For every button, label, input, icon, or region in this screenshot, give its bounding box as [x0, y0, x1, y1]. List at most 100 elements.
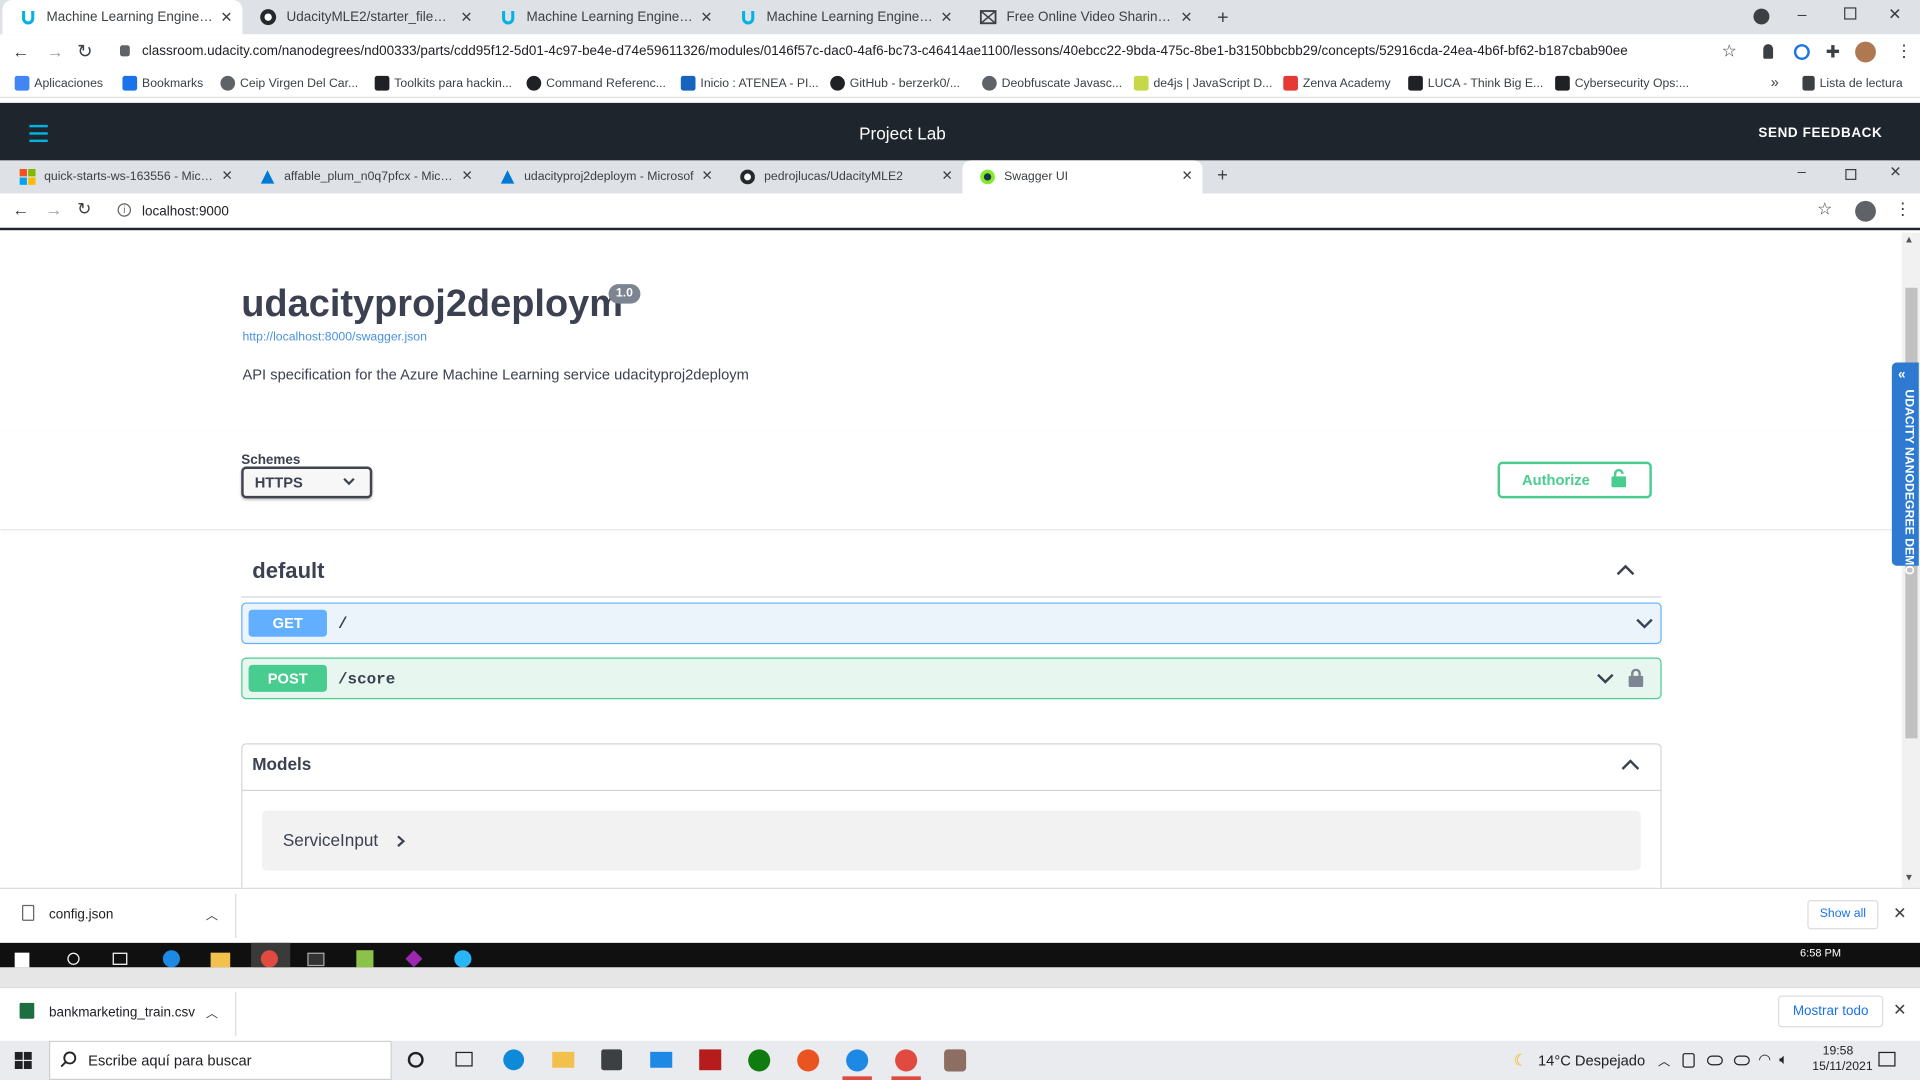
operation-get-root[interactable]: GET /: [241, 602, 1662, 645]
bookmark-item[interactable]: Ceip Virgen Del Car...: [220, 75, 358, 91]
chevron-up-icon[interactable]: [1616, 564, 1635, 576]
key-icon[interactable]: [1763, 44, 1774, 59]
device-icon[interactable]: [1682, 1053, 1695, 1068]
bookmark-item[interactable]: Inicio : ATENEA - PI...: [680, 75, 819, 91]
terminal-icon[interactable]: [307, 952, 325, 967]
app-icon[interactable]: [454, 950, 472, 968]
xbox-icon[interactable]: [748, 1049, 771, 1072]
reading-list[interactable]: Lista de lectura: [1802, 75, 1903, 91]
puzzle-icon[interactable]: ✚: [1826, 42, 1840, 63]
close-icon[interactable]: ✕: [698, 9, 715, 26]
search-icon[interactable]: [67, 952, 80, 965]
outer-tab-3[interactable]: Machine Learning Engineer with ✕: [482, 0, 722, 34]
task-view-icon[interactable]: [455, 1051, 473, 1067]
inner-tab-5[interactable]: Swagger UI ✕: [962, 160, 1203, 194]
chevron-up-icon[interactable]: ︿: [1658, 1051, 1670, 1069]
cortana-icon[interactable]: [407, 1051, 424, 1068]
more-bookmarks-icon[interactable]: »: [1771, 73, 1779, 90]
show-all-button[interactable]: Show all: [1807, 900, 1879, 930]
bookmark-item[interactable]: Bookmarks: [122, 75, 203, 91]
app-icon[interactable]: [356, 950, 374, 968]
store-icon[interactable]: [601, 1049, 623, 1071]
show-all-button[interactable]: Mostrar todo: [1777, 995, 1884, 1028]
outer-tab-4[interactable]: Machine Learning Engineer with ✕: [722, 0, 962, 34]
address-bar[interactable]: localhost:9000: [142, 204, 229, 219]
restore-icon[interactable]: [1845, 168, 1857, 181]
download-item[interactable]: config.json: [49, 907, 113, 922]
folder-icon[interactable]: [552, 1051, 575, 1068]
bookmark-item[interactable]: Cybersecurity Ops:...: [1555, 75, 1689, 91]
close-icon[interactable]: ✕: [699, 169, 715, 185]
star-icon[interactable]: ☆: [1722, 40, 1737, 61]
close-icon[interactable]: ✕: [1179, 169, 1195, 185]
edge-icon[interactable]: [503, 1049, 525, 1071]
restore-icon[interactable]: [1844, 7, 1857, 20]
star-icon[interactable]: ☆: [1817, 198, 1832, 219]
reload-icon[interactable]: ↻: [77, 198, 91, 219]
inner-tab-1[interactable]: quick-starts-ws-163556 - Micros ✕: [2, 160, 242, 193]
minimize-icon[interactable]: –: [1798, 5, 1807, 23]
avatar[interactable]: [1855, 41, 1876, 63]
window-close-icon[interactable]: ✕: [1889, 163, 1901, 180]
windows-start-icon[interactable]: [14, 952, 30, 968]
inner-tab-2[interactable]: affable_plum_n0q7pfcx - Microso ✕: [242, 160, 482, 193]
bookmark-item[interactable]: Toolkits para hackin...: [374, 75, 512, 91]
chevron-right-icon[interactable]: [397, 835, 406, 847]
bookmark-item[interactable]: LUCA - Think Big E...: [1408, 75, 1543, 91]
chevron-up-icon[interactable]: ︿: [206, 1003, 218, 1021]
forward-icon[interactable]: →: [45, 200, 62, 220]
bookmark-item[interactable]: de4js | JavaScript D...: [1133, 75, 1272, 91]
weather-widget[interactable]: 14°C Despejado: [1538, 1052, 1645, 1069]
bookmark-item[interactable]: Zenva Academy: [1283, 75, 1391, 91]
tag-default-title[interactable]: default: [252, 558, 324, 584]
folder-icon[interactable]: [210, 952, 231, 968]
reload-icon[interactable]: ↻: [77, 40, 92, 63]
back-icon[interactable]: ←: [12, 200, 29, 220]
close-icon[interactable]: ✕: [459, 169, 475, 185]
notification-icon[interactable]: [1878, 1051, 1896, 1067]
close-icon[interactable]: ✕: [1893, 904, 1906, 924]
lock-icon[interactable]: [1628, 668, 1644, 687]
chevron-up-icon[interactable]: ︿: [206, 905, 218, 923]
download-item[interactable]: bankmarketing_train.csv: [49, 1005, 195, 1020]
onedrive-icon[interactable]: [1733, 1055, 1750, 1066]
outer-tab-1[interactable]: Machine Learning Engineer with ✕: [2, 0, 243, 35]
operation-post-score[interactable]: POST /score: [241, 657, 1662, 700]
chrome-icon[interactable]: [260, 950, 278, 968]
send-feedback-button[interactable]: SEND FEEDBACK: [1758, 126, 1882, 141]
chrome-icon[interactable]: [895, 1049, 918, 1072]
new-tab-icon[interactable]: +: [1217, 7, 1228, 29]
inner-tab-4[interactable]: pedrojlucas/UdacityMLE2 ✕: [722, 160, 962, 193]
profile-icon[interactable]: [1855, 200, 1876, 222]
outer-tab-5[interactable]: Free Online Video Sharing With S ✕: [962, 0, 1202, 34]
back-icon[interactable]: ←: [12, 42, 29, 62]
model-item[interactable]: [262, 810, 1641, 871]
wifi-icon[interactable]: ◠: [1758, 1051, 1771, 1068]
ubuntu-icon[interactable]: [797, 1049, 820, 1072]
close-icon[interactable]: ✕: [938, 9, 955, 26]
menu-icon[interactable]: ⋮: [1896, 40, 1913, 61]
close-icon[interactable]: ✕: [1178, 9, 1195, 26]
spec-url-link[interactable]: http://localhost:8000/swagger.json: [242, 331, 426, 344]
bookmark-item[interactable]: GitHub - berzerk0/...: [830, 75, 960, 91]
scroll-down-icon[interactable]: ▼: [1904, 872, 1914, 883]
app-icon[interactable]: [699, 1049, 722, 1071]
address-bar[interactable]: classroom.udacity.com/nanodegrees/nd0033…: [142, 44, 1628, 59]
close-icon[interactable]: ✕: [219, 169, 235, 185]
chevron-up-icon[interactable]: [1621, 759, 1640, 770]
close-icon[interactable]: ✕: [458, 9, 475, 26]
bookmark-apps[interactable]: Aplicaciones: [14, 75, 103, 91]
tab-search-icon[interactable]: [1753, 8, 1770, 25]
minimize-icon[interactable]: –: [1798, 163, 1806, 180]
close-icon[interactable]: ✕: [1893, 1000, 1906, 1020]
paint-icon[interactable]: [944, 1049, 967, 1072]
volume-icon[interactable]: 🔈︎: [1779, 1051, 1788, 1069]
window-close-icon[interactable]: ✕: [1888, 5, 1901, 25]
cloud-icon[interactable]: [1706, 1055, 1723, 1066]
models-title[interactable]: Models: [252, 754, 311, 774]
close-icon[interactable]: ✕: [218, 9, 235, 26]
task-view-icon[interactable]: [112, 952, 128, 965]
scroll-up-icon[interactable]: ▲: [1904, 234, 1914, 245]
ie-icon[interactable]: [162, 950, 181, 968]
new-tab-icon[interactable]: +: [1217, 165, 1228, 186]
